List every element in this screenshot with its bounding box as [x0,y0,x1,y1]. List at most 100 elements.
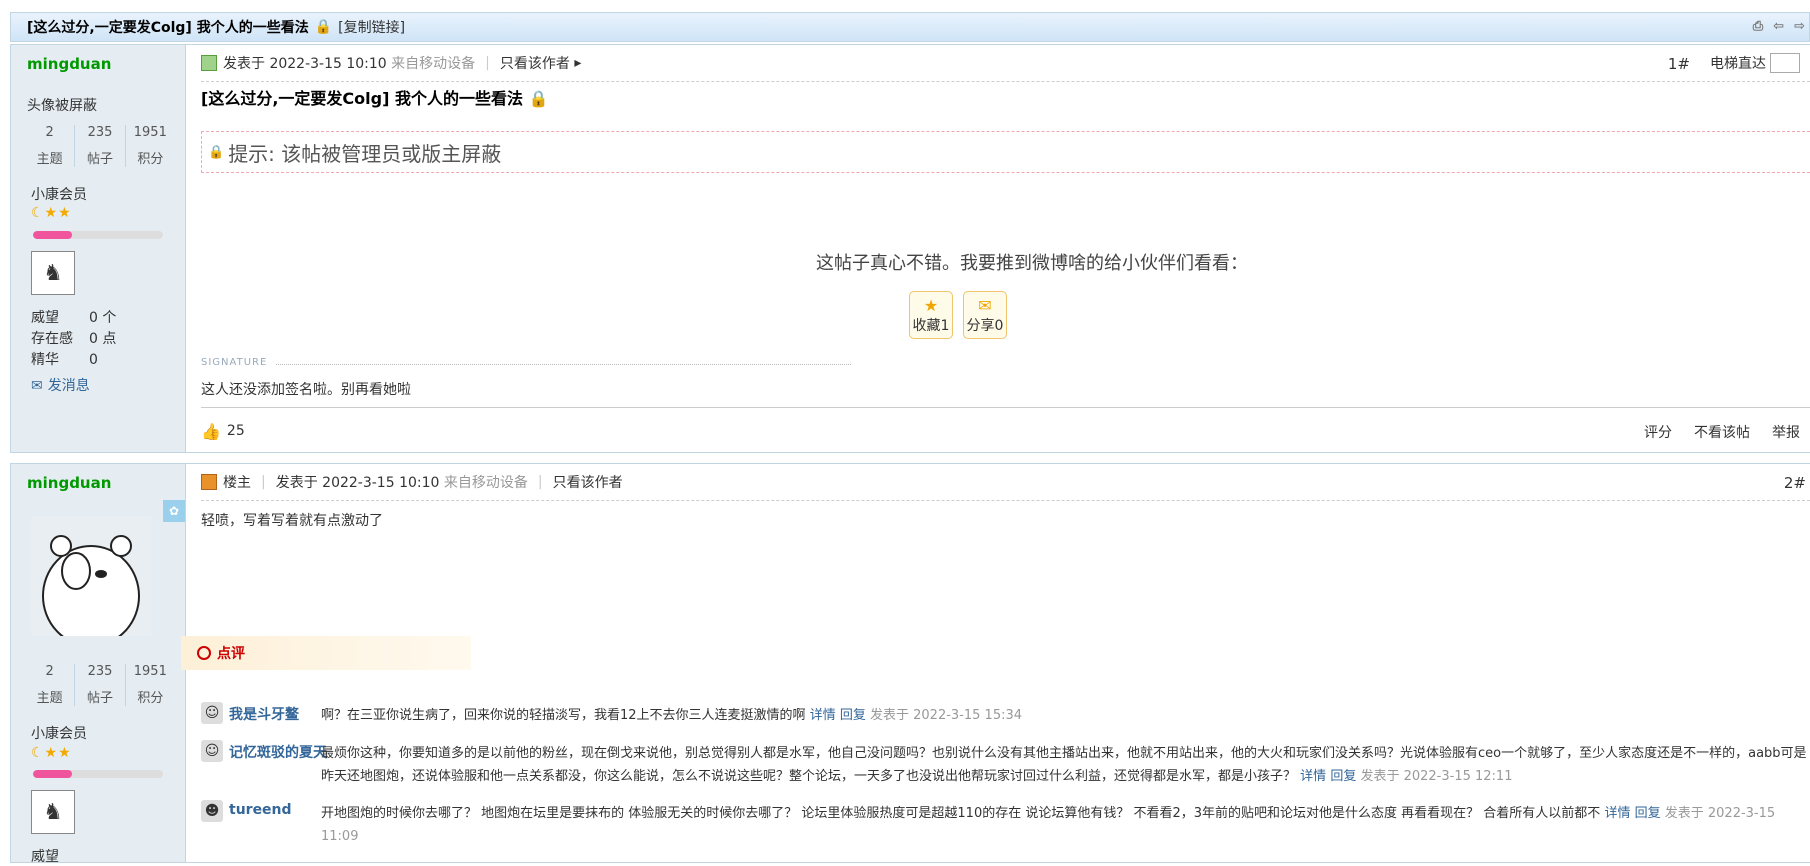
stat-points[interactable]: 1951 积分 [126,664,175,706]
rank-stars-icon: ☾★★ [31,205,72,221]
info-presence: 存在感 0 点 [31,331,117,347]
caret-right-icon: ▸ [574,55,582,71]
copy-link-button[interactable]: [复制链接] [338,17,405,37]
comment-time: 发表于 2022-3-15 12:11 [1360,769,1513,784]
next-thread-icon[interactable]: ⇨ [1794,19,1805,34]
mobile-source: 来自移动设备 [391,56,476,72]
rank-progress-bar [33,770,163,778]
author-name[interactable]: mingduan [27,474,111,492]
thread-bar-icons: ⎙ ⇦ ⇨ [1753,19,1805,34]
info-prestige: 威望 0 个 [31,310,117,326]
post-body: 轻喷，写着写着就有点激动了 [201,513,383,529]
commenter-avatar[interactable]: ☺ [201,740,223,762]
prev-thread-icon[interactable]: ⇦ [1773,19,1784,34]
comment-text: 开地图炮的时候你去哪了？ 地图炮在坛里是要抹布的 体验服无关的时候你去哪了？ 论… [321,806,1601,821]
owner-icon [201,474,217,490]
stat-points[interactable]: 1951 积分 [126,125,175,167]
commenter-avatar[interactable]: ☻ [201,800,223,822]
rate-button[interactable]: 评分 [1644,422,1672,442]
info-digest: 精华 0 [31,352,98,368]
floor-number[interactable]: 1# [1668,55,1690,73]
post-actions: 评分 不看该帖 举报 [1644,422,1800,442]
post-footer: 👍 25 评分 不看该帖 举报 [201,407,1810,454]
commenter-name[interactable]: 记忆斑驳的夏天 [229,742,327,762]
elevator: 电梯直达 [1710,53,1800,73]
comment-time: 发表于 2022-3-15 15:34 [870,708,1023,723]
rank-progress-bar [33,231,163,239]
only-author-link[interactable]: 只看该作者 [500,53,570,73]
share-icon: ✉ [978,296,992,315]
blocked-notice: 🔒 提示: 该帖被管理员或版主屏蔽 [201,131,1810,173]
device-badge-icon: ✿ [163,500,185,522]
circle-icon [197,646,211,660]
thread-title-bar: [这么过分,一定要发Colg] 我个人的一些看法 🔒 [复制链接] ⎙ ⇦ ⇨ [10,12,1810,42]
comment-text: 最烦你这种，你要知道多的是以前他的粉丝，现在倒戈来说他，别总觉得别人都是水军，他… [321,746,1807,784]
comment-text: 啊？在三亚你说生病了，回来你说的轻描淡写，我看12上不去你三人连麦挺激情的啊 [321,708,806,723]
commenter-avatar[interactable]: ☺ [201,702,223,724]
comment-item: ☺ 我是斗牙鳌 啊？在三亚你说生病了，回来你说的轻描淡写，我看12上不去你三人连… [201,702,1810,726]
signature-text: 这人还没添加签名啦。别再看她啦 [201,382,411,398]
info-prestige: 威望 [31,849,59,865]
post-time: 发表于 2022-3-15 10:10 [223,56,387,72]
comment-detail-link[interactable]: 详情 [1604,806,1630,821]
member-rank[interactable]: 小康会员 [31,723,87,743]
author-stats: 2 主题 235 帖子 1951 积分 [25,664,175,706]
envelope-icon: ✉ [31,378,43,394]
send-message-link[interactable]: ✉ 发消息 [31,375,90,395]
post-meta: 楼主 | 发表于 2022-3-15 10:10 来自移动设备 | 只看该作者 [201,464,1810,501]
lock-icon: 🔒 [528,89,549,108]
comment-section-tab: 点评 [181,636,471,670]
post-1: mingduan 头像被屏蔽 2 主题 235 帖子 1951 积分 小康会员 … [10,44,1810,453]
floor-number[interactable]: 2# [1784,474,1806,492]
favorite-button[interactable]: ★ 收藏1 [909,291,953,339]
mobile-source: 来自移动设备 [443,475,528,491]
hide-post-button[interactable]: 不看该帖 [1694,422,1750,442]
comment-detail-link[interactable]: 详情 [810,708,836,723]
comment-detail-link[interactable]: 详情 [1300,769,1326,784]
stat-posts[interactable]: 235 帖子 [75,664,126,706]
lock-icon: 🔒 [208,144,225,160]
post-title: [这么过分,一定要发Colg] 我个人的一些看法 🔒 [201,89,549,108]
stat-posts[interactable]: 235 帖子 [75,125,126,167]
medal-icon[interactable]: ♞ [31,251,75,295]
commenter-name[interactable]: 我是斗牙鳌 [229,704,319,724]
post-content: 楼主 | 发表于 2022-3-15 10:10 来自移动设备 | 只看该作者 … [181,464,1810,862]
comment-item: ☺ 记忆斑驳的夏天 最烦你这种，你要知道多的是以前他的粉丝，现在倒戈来说他，别总… [201,740,1810,788]
signature-divider [276,364,851,365]
share-prompt: 这帖子真心不错。我要推到微博啥的给小伙伴们看看： [816,253,1248,274]
comment-item: ☻ tureend 开地图炮的时候你去哪了？ 地图炮在坛里是要抹布的 体验服无关… [201,800,1810,844]
stat-threads[interactable]: 2 主题 [25,664,76,706]
post-content: 发表于 2022-3-15 10:10 来自移动设备 | 只看该作者 ▸ 1# … [186,45,1810,452]
member-rank[interactable]: 小康会员 [31,184,87,204]
online-status-icon [201,55,217,71]
comment-reply-link[interactable]: 回复 [1635,806,1661,821]
post-meta: 发表于 2022-3-15 10:10 来自移动设备 | 只看该作者 ▸ [201,45,1810,82]
avatar-hidden-text: 头像被屏蔽 [27,98,97,114]
elevator-input[interactable] [1770,53,1800,73]
comment-reply-link[interactable]: 回复 [840,708,866,723]
comment-reply-link[interactable]: 回复 [1330,769,1356,784]
author-name[interactable]: mingduan [27,55,111,73]
report-button[interactable]: 举报 [1772,422,1800,442]
author-sidebar: mingduan 头像被屏蔽 2 主题 235 帖子 1951 积分 小康会员 … [11,45,186,452]
medal-icon[interactable]: ♞ [31,790,75,834]
avatar[interactable] [31,516,151,636]
stat-threads[interactable]: 2 主题 [25,125,76,167]
share-button[interactable]: ✉ 分享0 [963,291,1007,339]
author-sidebar: mingduan ✿ 2 主题 235 帖子 1951 积分 小康会员 ☾★★ … [11,464,186,865]
thumbs-up-icon[interactable]: 👍 [201,422,221,441]
like-count: 25 [226,423,245,439]
post-time: 发表于 2022-3-15 10:10 [275,475,440,491]
lock-icon: 🔒 [314,19,333,35]
rank-progress-fill [33,231,72,239]
only-author-link[interactable]: 只看该作者 [553,472,623,492]
owner-label: 楼主 [223,475,251,491]
star-icon: ★ [923,296,939,315]
signature-label: SIGNATURE [201,357,268,368]
commenter-name[interactable]: tureend [229,802,319,818]
thread-title: [这么过分,一定要发Colg] 我个人的一些看法 [27,20,309,36]
rank-stars-icon: ☾★★ [31,745,72,761]
author-stats: 2 主题 235 帖子 1951 积分 [25,125,175,167]
print-icon[interactable]: ⎙ [1753,19,1763,34]
rank-progress-fill [33,770,72,778]
